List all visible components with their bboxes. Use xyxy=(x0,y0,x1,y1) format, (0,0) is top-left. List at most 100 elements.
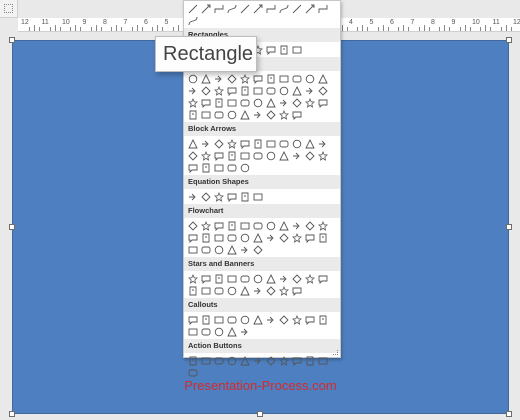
gallery-resize-grip[interactable] xyxy=(333,350,338,355)
internal-storage-icon[interactable] xyxy=(252,220,264,231)
punched-tape-icon[interactable] xyxy=(239,232,251,243)
star-10-icon[interactable] xyxy=(278,273,290,284)
star-32-icon[interactable] xyxy=(187,285,199,296)
line-callout-2-nb-icon[interactable] xyxy=(187,326,199,337)
left-right-arrow-callout-icon[interactable] xyxy=(213,162,225,173)
curved-double-arrow-icon[interactable] xyxy=(291,3,303,14)
round-same-side-icon[interactable] xyxy=(278,44,290,55)
moon-icon[interactable] xyxy=(187,109,199,120)
manual-operation-icon[interactable] xyxy=(187,232,199,243)
resize-handle-bottom-right[interactable] xyxy=(506,411,512,417)
folded-corner-icon[interactable] xyxy=(265,97,277,108)
card-icon[interactable] xyxy=(226,232,238,243)
left-arrow-callout-icon[interactable] xyxy=(187,162,199,173)
quad-arrow-callout-icon[interactable] xyxy=(226,162,238,173)
right-triangle-icon[interactable] xyxy=(226,73,238,84)
trapezoid-icon[interactable] xyxy=(252,73,264,84)
line-double-arrow-icon[interactable] xyxy=(213,3,225,14)
sound-button-icon[interactable] xyxy=(304,355,316,366)
merge-icon[interactable] xyxy=(317,232,329,243)
left-right-arrow-icon[interactable] xyxy=(239,138,251,149)
resize-handle-top-left[interactable] xyxy=(9,37,15,43)
line-callout-1-icon[interactable] xyxy=(239,314,251,325)
lightning-icon[interactable] xyxy=(304,97,316,108)
information-button-icon[interactable] xyxy=(252,355,264,366)
line-callout-3-nb-icon[interactable] xyxy=(200,326,212,337)
off-page-connector-icon[interactable] xyxy=(213,232,225,243)
process-icon[interactable] xyxy=(187,220,199,231)
delay-icon[interactable] xyxy=(200,244,212,255)
return-button-icon[interactable] xyxy=(265,355,277,366)
bent-arrow-icon[interactable] xyxy=(291,138,303,149)
division-sign-icon[interactable] xyxy=(226,191,238,202)
heptagon-icon[interactable] xyxy=(304,73,316,84)
left-right-up-arrow-icon[interactable] xyxy=(278,138,290,149)
can-icon[interactable] xyxy=(187,97,199,108)
circular-arrow-icon[interactable] xyxy=(239,162,251,173)
star-4-icon[interactable] xyxy=(213,273,225,284)
line-callout-2-icon[interactable] xyxy=(252,314,264,325)
pentagon-arrow-icon[interactable] xyxy=(278,150,290,161)
explosion-2-icon[interactable] xyxy=(200,273,212,284)
wave-icon[interactable] xyxy=(278,285,290,296)
l-shape-icon[interactable] xyxy=(278,85,290,96)
line-callout-1-accent-icon[interactable] xyxy=(278,314,290,325)
sort-icon[interactable] xyxy=(291,232,303,243)
curved-connector-icon[interactable] xyxy=(265,3,277,14)
display-icon[interactable] xyxy=(252,244,264,255)
cloud-callout-icon[interactable] xyxy=(226,314,238,325)
line-arrow-icon[interactable] xyxy=(200,3,212,14)
curved-down-arrow-icon[interactable] xyxy=(239,150,251,161)
double-bracket-icon[interactable] xyxy=(226,109,238,120)
star-7-icon[interactable] xyxy=(252,273,264,284)
line-callout-3-border-icon[interactable] xyxy=(239,326,251,337)
end-button-icon[interactable] xyxy=(226,355,238,366)
data-icon[interactable] xyxy=(226,220,238,231)
curved-up-ribbon-icon[interactable] xyxy=(226,285,238,296)
teardrop-icon[interactable] xyxy=(239,85,251,96)
plaque-icon[interactable] xyxy=(317,85,329,96)
striped-right-arrow-icon[interactable] xyxy=(252,150,264,161)
right-bracket-icon[interactable] xyxy=(265,109,277,120)
resize-handle-mid-right[interactable] xyxy=(506,224,512,230)
home-button-icon[interactable] xyxy=(239,355,251,366)
notched-right-arrow-icon[interactable] xyxy=(265,150,277,161)
selection-pane-corner[interactable] xyxy=(0,0,18,18)
sun-icon[interactable] xyxy=(317,97,329,108)
elbow-arrow-connector-icon[interactable] xyxy=(239,3,251,14)
star-24-icon[interactable] xyxy=(317,273,329,284)
donut-icon[interactable] xyxy=(226,97,238,108)
direct-access-icon[interactable] xyxy=(239,244,251,255)
chord-icon[interactable] xyxy=(226,85,238,96)
resize-handle-bottom-left[interactable] xyxy=(9,411,15,417)
pentagon-icon[interactable] xyxy=(278,73,290,84)
resize-handle-bottom-mid[interactable] xyxy=(257,411,263,417)
resize-handle-mid-left[interactable] xyxy=(9,224,15,230)
curved-left-arrow-icon[interactable] xyxy=(213,150,225,161)
curve-icon[interactable] xyxy=(304,3,316,14)
quad-arrow-icon[interactable] xyxy=(265,138,277,149)
decagon-icon[interactable] xyxy=(187,85,199,96)
octagon-icon[interactable] xyxy=(317,73,329,84)
resize-handle-top-right[interactable] xyxy=(506,37,512,43)
chevron-icon[interactable] xyxy=(291,150,303,161)
up-down-arrow-icon[interactable] xyxy=(252,138,264,149)
left-up-arrow-icon[interactable] xyxy=(317,138,329,149)
summing-junction-icon[interactable] xyxy=(252,232,264,243)
smiley-icon[interactable] xyxy=(278,97,290,108)
bent-up-arrow-icon[interactable] xyxy=(187,150,199,161)
heart-icon[interactable] xyxy=(291,97,303,108)
preparation-icon[interactable] xyxy=(304,220,316,231)
up-arrow-icon[interactable] xyxy=(213,138,225,149)
star-5-icon[interactable] xyxy=(226,273,238,284)
frame-icon[interactable] xyxy=(252,85,264,96)
elbow-connector-icon[interactable] xyxy=(226,3,238,14)
plus-icon[interactable] xyxy=(304,85,316,96)
block-arc-icon[interactable] xyxy=(252,97,264,108)
down-arrow-callout-icon[interactable] xyxy=(317,150,329,161)
line-callout-2-accent-icon[interactable] xyxy=(291,314,303,325)
not-equal-sign-icon[interactable] xyxy=(252,191,264,202)
down-arrow-icon[interactable] xyxy=(226,138,238,149)
line-icon[interactable] xyxy=(187,3,199,14)
line-callout-3-icon[interactable] xyxy=(265,314,277,325)
